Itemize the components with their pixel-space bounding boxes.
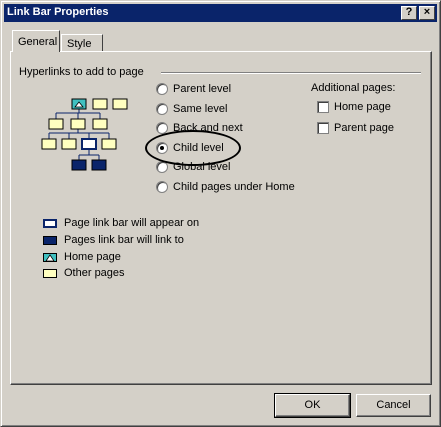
home-icon	[43, 252, 57, 262]
diagram-page	[48, 118, 64, 130]
diagram-page	[41, 138, 57, 150]
radio-button[interactable]	[156, 103, 168, 115]
diagram-page	[61, 138, 77, 150]
site-diagram	[41, 98, 128, 171]
checkbox[interactable]	[317, 122, 329, 134]
outline-navy-swatch	[43, 218, 57, 228]
radio-child-pages-under-home[interactable]: Child pages under Home	[156, 179, 295, 195]
legend-item-current-page: Page link bar will appear on	[43, 215, 199, 231]
title-bar: Link Bar Properties ? ×	[4, 4, 437, 22]
diagram-page	[92, 98, 108, 110]
radio-same-level[interactable]: Same level	[156, 101, 227, 117]
radio-global-level[interactable]: Global level	[156, 159, 230, 175]
tab-general[interactable]: General	[12, 30, 60, 52]
radio-label: Child pages under Home	[173, 181, 295, 193]
close-button[interactable]: ×	[419, 6, 435, 20]
radio-label: Child level	[173, 142, 224, 154]
diagram-page	[92, 118, 108, 130]
dialog-title: Link Bar Properties	[7, 6, 109, 18]
tab-style[interactable]: Style	[61, 34, 103, 52]
radio-label: Parent level	[173, 83, 232, 95]
radio-button-selected[interactable]	[156, 142, 168, 154]
legend-label: Other pages	[64, 267, 125, 279]
general-tab-panel: Hyperlinks to add to page Parent level S…	[10, 51, 432, 385]
ok-button[interactable]: OK	[274, 393, 351, 418]
diagram-current-page	[81, 138, 97, 150]
section-divider	[161, 72, 421, 74]
diagram-page	[101, 138, 117, 150]
additional-pages-label: Additional pages:	[311, 82, 396, 94]
checkbox[interactable]	[317, 101, 329, 113]
radio-button[interactable]	[156, 83, 168, 95]
radio-button[interactable]	[156, 122, 168, 134]
legend-item-linked-pages: Pages link bar will link to	[43, 232, 184, 248]
diagram-linked-page	[91, 159, 107, 171]
legend-label: Home page	[64, 251, 121, 263]
diagram-page	[112, 98, 128, 110]
legend-label: Pages link bar will link to	[64, 234, 184, 246]
radio-back-and-next[interactable]: Back and next	[156, 120, 243, 136]
radio-label: Back and next	[173, 122, 243, 134]
legend-item-home-page: Home page	[43, 249, 121, 265]
checkbox-home-page[interactable]: Home page	[317, 99, 391, 115]
radio-button[interactable]	[156, 161, 168, 173]
cancel-button[interactable]: Cancel	[356, 394, 431, 417]
radio-parent-level[interactable]: Parent level	[156, 81, 231, 97]
checkbox-parent-page[interactable]: Parent page	[317, 120, 394, 136]
checkbox-label: Home page	[334, 101, 391, 113]
checkbox-label: Parent page	[334, 122, 394, 134]
diagram-linked-page	[71, 159, 87, 171]
diagram-page	[70, 118, 86, 130]
legend-item-other-pages: Other pages	[43, 265, 125, 281]
radio-button[interactable]	[156, 181, 168, 193]
solid-navy-swatch	[43, 235, 57, 245]
help-button[interactable]: ?	[401, 6, 417, 20]
radio-child-level[interactable]: Child level	[156, 140, 224, 156]
legend-label: Page link bar will appear on	[64, 217, 200, 229]
radio-label: Same level	[173, 103, 228, 115]
cream-swatch	[43, 268, 57, 278]
link-bar-properties-dialog: Link Bar Properties ? × General Style Hy…	[0, 0, 441, 427]
hyperlinks-section-label: Hyperlinks to add to page	[19, 66, 144, 78]
radio-label: Global level	[173, 161, 231, 173]
